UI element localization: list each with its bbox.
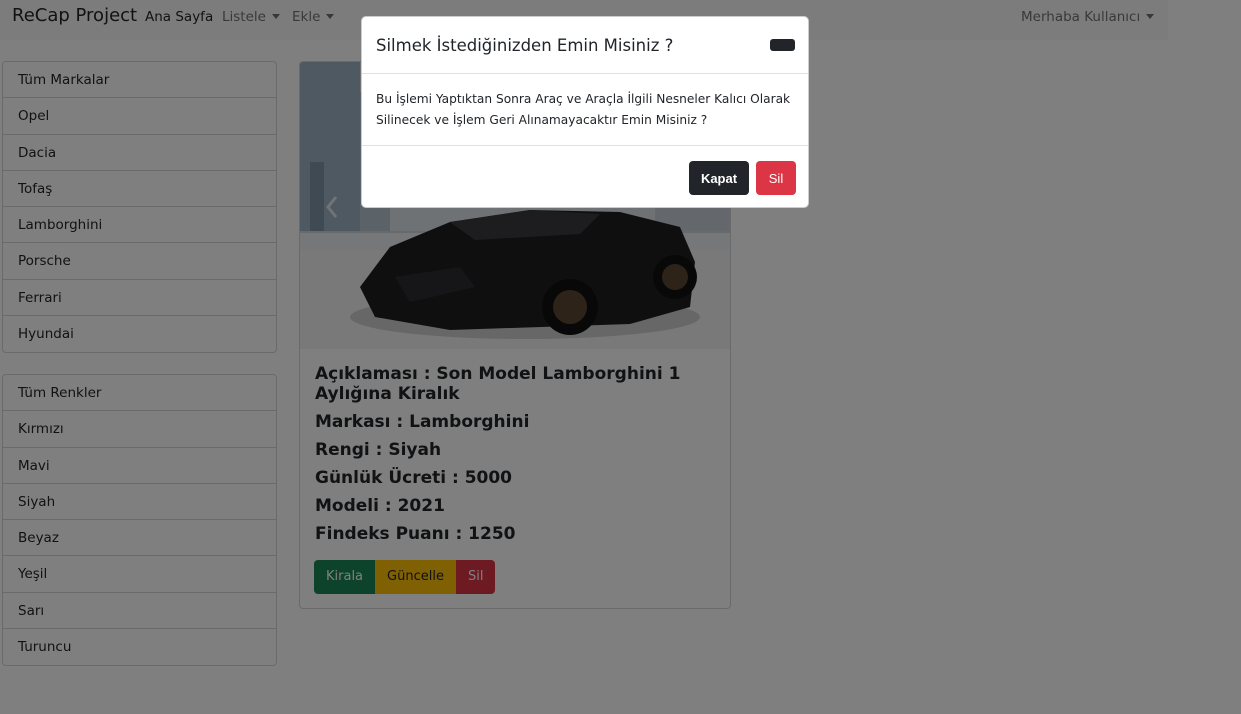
delete-confirm-modal: Silmek İstediğinizden Emin Misiniz ? Bu … [361,16,809,208]
modal-footer: Kapat Sil [362,145,808,207]
modal-close-button[interactable]: Kapat [689,161,749,195]
modal-body-text: Bu İşlemi Yaptıktan Sonra Araç ve Araçla… [376,92,791,127]
modal-delete-button[interactable]: Sil [756,161,796,195]
close-icon[interactable] [770,39,795,51]
modal-title: Silmek İstediğinizden Emin Misiniz ? [376,36,674,55]
modal-header: Silmek İstediğinizden Emin Misiniz ? [362,17,808,74]
